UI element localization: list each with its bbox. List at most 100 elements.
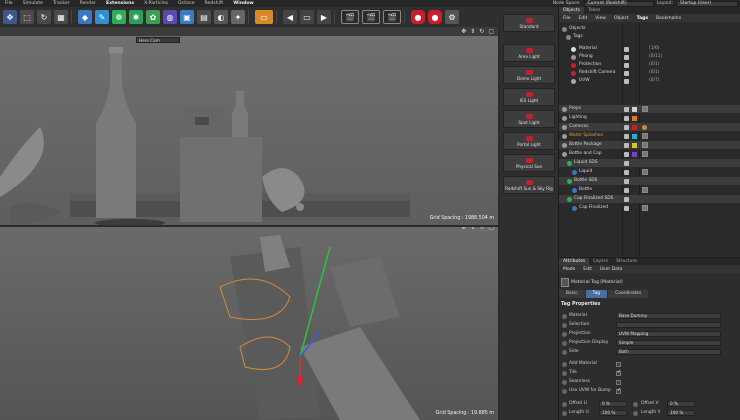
table-row[interactable]: Bottle Package (559, 141, 740, 149)
menu-file[interactable]: File (0, 1, 18, 6)
camera-tag-icon[interactable] (642, 124, 647, 130)
field-icon[interactable]: ▣ (180, 10, 194, 24)
spline-pen-icon[interactable]: ✎ (95, 10, 109, 24)
rotate-tool-icon[interactable]: ↻ (37, 10, 51, 24)
material-tag-icon[interactable] (642, 142, 648, 148)
add-material-checkbox[interactable] (616, 361, 621, 367)
subtab-coordinates[interactable]: Coordinates (608, 290, 649, 298)
om-menu-tags[interactable]: Tags (633, 16, 652, 21)
subdivision-icon[interactable]: ❁ (112, 10, 126, 24)
projection-dropdown[interactable]: UVW Mapping (616, 331, 721, 337)
render-view-icon[interactable]: 🎬 (341, 10, 359, 24)
cube-icon[interactable]: ◆ (78, 10, 92, 24)
animate-radio[interactable] (633, 401, 638, 407)
ies-light-button[interactable]: IES Light (503, 88, 555, 106)
check-icon[interactable] (624, 46, 629, 52)
redshift-ipr-icon[interactable]: ● (428, 10, 442, 24)
check-icon[interactable] (624, 151, 629, 157)
physical-sun-button[interactable]: Physical Sun (503, 154, 555, 172)
redshift-render-view-icon[interactable]: ● (411, 10, 425, 24)
check-icon[interactable] (624, 133, 629, 139)
side-dropdown[interactable]: Both (616, 349, 721, 355)
tab-objects[interactable]: Objects (559, 7, 585, 14)
table-row[interactable]: Lighting (559, 114, 740, 122)
layer-color-swatch[interactable] (632, 133, 637, 139)
animate-radio[interactable] (562, 331, 567, 337)
projection-display-dropdown[interactable]: Simple (616, 340, 721, 346)
material-field[interactable]: Base Dummy (616, 313, 721, 319)
select-tool-icon[interactable]: ▦ (54, 10, 68, 24)
effector-icon[interactable]: ✿ (146, 10, 160, 24)
scale-tool-icon[interactable]: ⬚ (20, 10, 34, 24)
tab-attributes[interactable]: Attributes (559, 258, 590, 265)
check-icon[interactable] (624, 178, 629, 184)
check-icon[interactable] (624, 115, 629, 121)
layer-color-swatch[interactable] (632, 124, 637, 130)
animate-radio[interactable] (562, 379, 567, 385)
check-icon[interactable] (624, 169, 629, 175)
menu-simulate[interactable]: Simulate (18, 1, 48, 6)
material-tag-icon[interactable] (642, 205, 648, 211)
deformer-icon[interactable]: ◍ (163, 10, 177, 24)
tab-structure[interactable]: Structure (612, 258, 641, 265)
animate-radio[interactable] (562, 340, 567, 346)
animate-radio[interactable] (562, 361, 567, 367)
cloner-icon[interactable]: ✱ (129, 10, 143, 24)
area-light-button[interactable]: Area Light (503, 44, 555, 62)
menu-x-particles[interactable]: X-Particles (139, 1, 173, 6)
check-icon[interactable] (624, 106, 629, 112)
layer-color-swatch[interactable] (632, 142, 637, 148)
material-tag-icon[interactable] (642, 187, 648, 193)
material-tag-icon[interactable] (642, 151, 648, 157)
animate-radio[interactable] (562, 313, 567, 319)
tab-takes[interactable]: Takes (584, 7, 604, 14)
animate-radio[interactable] (562, 370, 567, 376)
list-item[interactable]: Tags (559, 33, 740, 41)
animate-radio[interactable] (562, 410, 567, 416)
portal-light-button[interactable]: Portal Light (503, 132, 555, 150)
selection-field[interactable] (616, 322, 721, 328)
spot-light-button[interactable]: Spot Light (503, 110, 555, 128)
next-frame-icon[interactable]: ▶ (317, 10, 331, 24)
attr-menu-mode[interactable]: Mode (559, 267, 579, 272)
standard-light-button[interactable]: Standard (503, 14, 555, 32)
table-row[interactable]: Protection (0/1) (559, 61, 740, 69)
length-u-field[interactable]: 100 % (599, 410, 627, 416)
animate-radio[interactable] (562, 349, 567, 355)
list-item[interactable]: Objects (559, 25, 740, 33)
viewport-top[interactable]: ✥ ⇕ ↻ ▢ Hero Cam Grid Spacing : 1988.504… (0, 27, 498, 225)
animate-radio[interactable] (562, 388, 567, 394)
check-icon[interactable] (624, 187, 629, 193)
tab-layers[interactable]: Layers (589, 258, 612, 265)
scene-icon[interactable]: ▤ (197, 10, 211, 24)
check-icon[interactable] (624, 142, 629, 148)
animate-radio[interactable] (562, 322, 567, 328)
attr-menu-edit[interactable]: Edit (579, 267, 596, 272)
check-icon[interactable] (624, 205, 629, 211)
layer-color-swatch[interactable] (632, 115, 637, 121)
use-uvw-bump-checkbox[interactable] (616, 387, 621, 394)
layer-color-swatch[interactable] (632, 151, 637, 157)
material-tag-icon[interactable] (642, 169, 648, 175)
table-row[interactable]: Bottle (559, 186, 740, 194)
check-icon[interactable] (624, 54, 629, 60)
om-menu-file[interactable]: File (559, 16, 575, 21)
material-tag-icon[interactable] (642, 133, 648, 139)
light-bulb-icon[interactable]: ✦ (231, 10, 245, 24)
material-tag-icon[interactable] (642, 106, 648, 112)
menu-octane[interactable]: Octane (173, 1, 200, 6)
table-row[interactable]: Phong (0/11) (559, 53, 740, 61)
check-icon[interactable] (624, 124, 629, 130)
table-row[interactable]: Liquid SDS (559, 159, 740, 167)
subtab-basic[interactable]: Basic (559, 290, 585, 298)
om-menu-edit[interactable]: Edit (575, 16, 592, 21)
dome-light-button[interactable]: Dome Light (503, 66, 555, 84)
menu-extensions[interactable]: Extensions (101, 1, 139, 6)
check-icon[interactable] (624, 160, 629, 166)
table-row[interactable]: Cap Finalized SDS (559, 195, 740, 203)
table-row[interactable]: Material (1/6) (559, 45, 740, 53)
render-to-picture-viewer-icon[interactable]: 🎬 (383, 10, 401, 24)
offset-v-field[interactable]: 0 % (667, 401, 695, 407)
node-space-dropdown[interactable]: Current (Redshift) (583, 0, 654, 7)
om-menu-view[interactable]: View (591, 16, 610, 21)
